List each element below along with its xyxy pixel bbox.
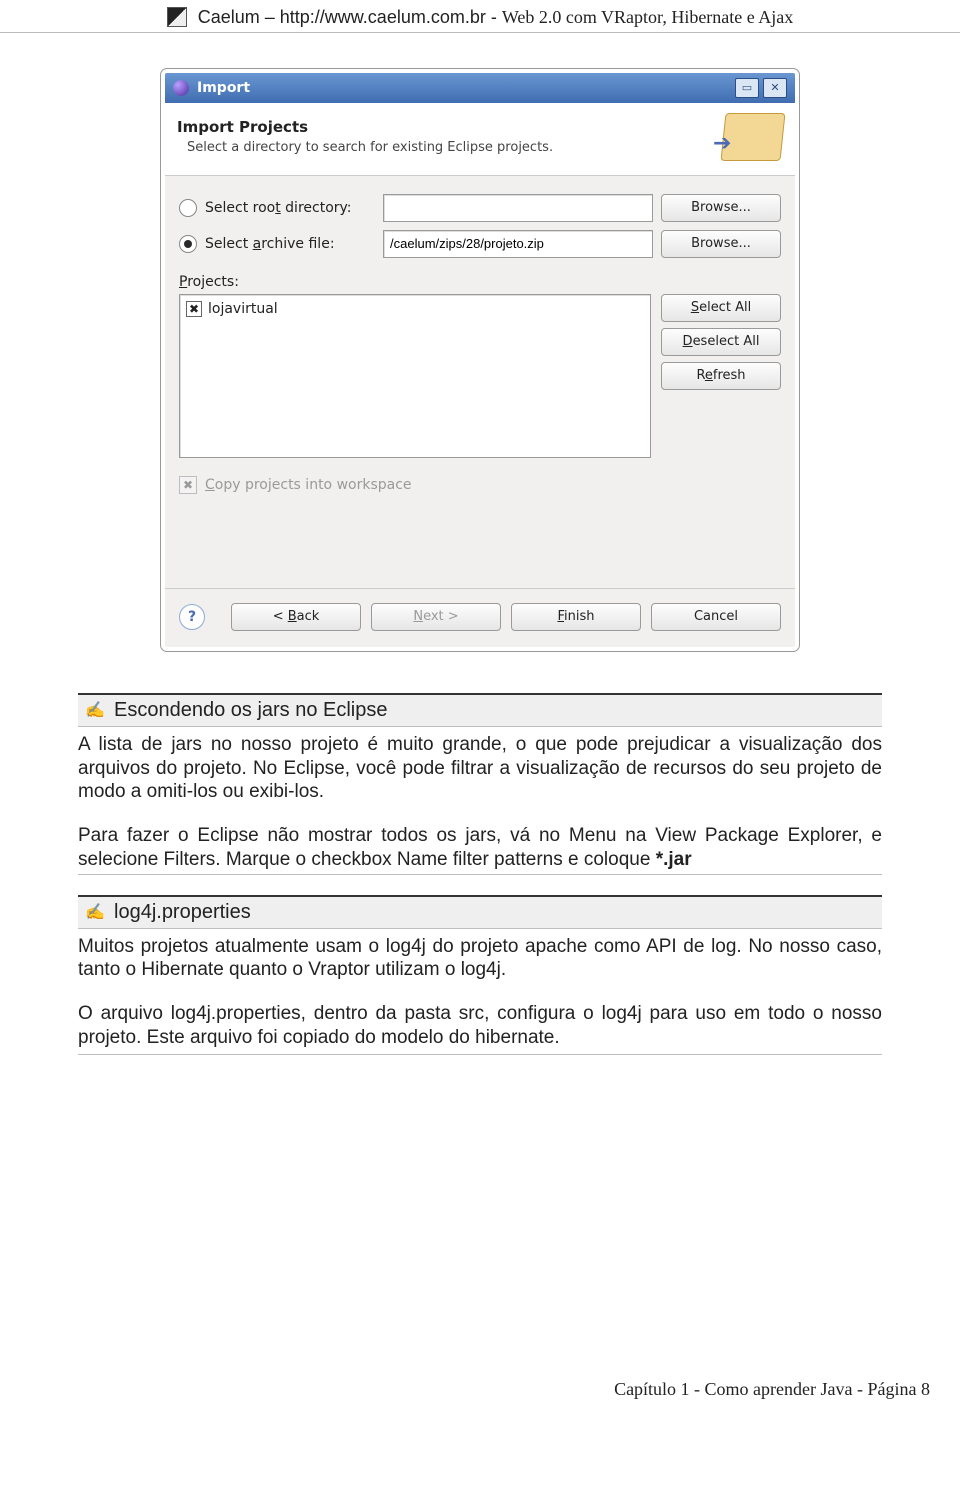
projects-area: ✖ lojavirtual Select All Deselect All Re…: [179, 294, 781, 458]
caelum-logo-icon: [167, 7, 187, 27]
browse-root-button[interactable]: Browse...: [661, 194, 781, 222]
help-icon[interactable]: ?: [179, 604, 205, 630]
paragraph: Muitos projetos atualmente usam o log4j …: [78, 935, 882, 983]
archive-file-label[interactable]: Select archive file:: [205, 236, 375, 252]
close-icon[interactable]: ✕: [763, 78, 787, 98]
copy-label: Copy projects into workspace: [205, 477, 412, 493]
page-header-text: Caelum – http://www.caelum.com.br - Web …: [198, 7, 794, 28]
article-body: ✍ Escondendo os jars no Eclipse A lista …: [0, 693, 960, 1055]
root-directory-row: Select root directory: Browse...: [179, 194, 781, 222]
header-prefix: Caelum – http://www.caelum.com.br -: [198, 7, 502, 27]
paragraph: Para fazer o Eclipse não mostrar todos o…: [78, 824, 882, 875]
minimize-icon[interactable]: ▭: [735, 78, 759, 98]
archive-file-radio[interactable]: [179, 235, 197, 253]
note-box-log4j: ✍ log4j.properties: [78, 895, 882, 929]
archive-file-input[interactable]: [383, 230, 653, 258]
wizard-banner-heading: Import Projects: [177, 118, 723, 136]
copy-checkbox: ✖: [179, 476, 197, 494]
hand-icon: ✍: [84, 699, 106, 721]
select-all-button[interactable]: Select All: [661, 294, 781, 322]
root-directory-label[interactable]: Select root directory:: [205, 200, 375, 216]
next-button: Next >: [371, 603, 501, 631]
projects-list[interactable]: ✖ lojavirtual: [179, 294, 651, 458]
wizard-body: Select root directory: Browse... Select …: [165, 176, 795, 588]
deselect-all-button[interactable]: Deselect All: [661, 328, 781, 356]
import-wizard-window: Import ▭ ✕ Import Projects Select a dire…: [161, 69, 799, 651]
hand-icon: ✍: [84, 901, 106, 923]
copy-into-workspace-row: ✖ Copy projects into workspace: [179, 476, 781, 494]
cancel-button[interactable]: Cancel: [651, 603, 781, 631]
root-directory-input[interactable]: [383, 194, 653, 222]
archive-file-row: Select archive file: Browse...: [179, 230, 781, 258]
wizard-footer: ? < Back Next > Finish Cancel: [165, 588, 795, 647]
note-title: log4j.properties: [114, 901, 251, 924]
footer-text: Capítulo 1 - Como aprender Java - Página…: [614, 1379, 930, 1399]
header-title: Web 2.0 com VRaptor, Hibernate e Ajax: [502, 7, 793, 27]
window-title: Import: [197, 80, 250, 96]
finish-button[interactable]: Finish: [511, 603, 641, 631]
refresh-button[interactable]: Refresh: [661, 362, 781, 390]
window-titlebar[interactable]: Import ▭ ✕: [165, 73, 795, 103]
project-checkbox[interactable]: ✖: [186, 301, 202, 317]
note-box-jars: ✍ Escondendo os jars no Eclipse: [78, 693, 882, 727]
paragraph: O arquivo log4j.properties, dentro da pa…: [78, 1002, 882, 1055]
list-item[interactable]: ✖ lojavirtual: [186, 301, 644, 317]
eclipse-icon: [173, 80, 189, 96]
wizard-banner: Import Projects Select a directory to se…: [165, 103, 795, 176]
back-button[interactable]: < Back: [231, 603, 361, 631]
page-header: Caelum – http://www.caelum.com.br - Web …: [0, 0, 960, 33]
project-name: lojavirtual: [208, 301, 278, 317]
page-footer: Capítulo 1 - Como aprender Java - Página…: [0, 1375, 960, 1416]
projects-label: Projects:: [179, 274, 781, 290]
browse-archive-button[interactable]: Browse...: [661, 230, 781, 258]
root-directory-radio[interactable]: [179, 199, 197, 217]
paragraph: A lista de jars no nosso projeto é muito…: [78, 733, 882, 804]
wizard-banner-subtitle: Select a directory to search for existin…: [177, 140, 723, 155]
note-title: Escondendo os jars no Eclipse: [114, 699, 388, 722]
import-folder-icon: ➔: [723, 113, 783, 161]
wizard-screenshot: Import ▭ ✕ Import Projects Select a dire…: [0, 33, 960, 681]
